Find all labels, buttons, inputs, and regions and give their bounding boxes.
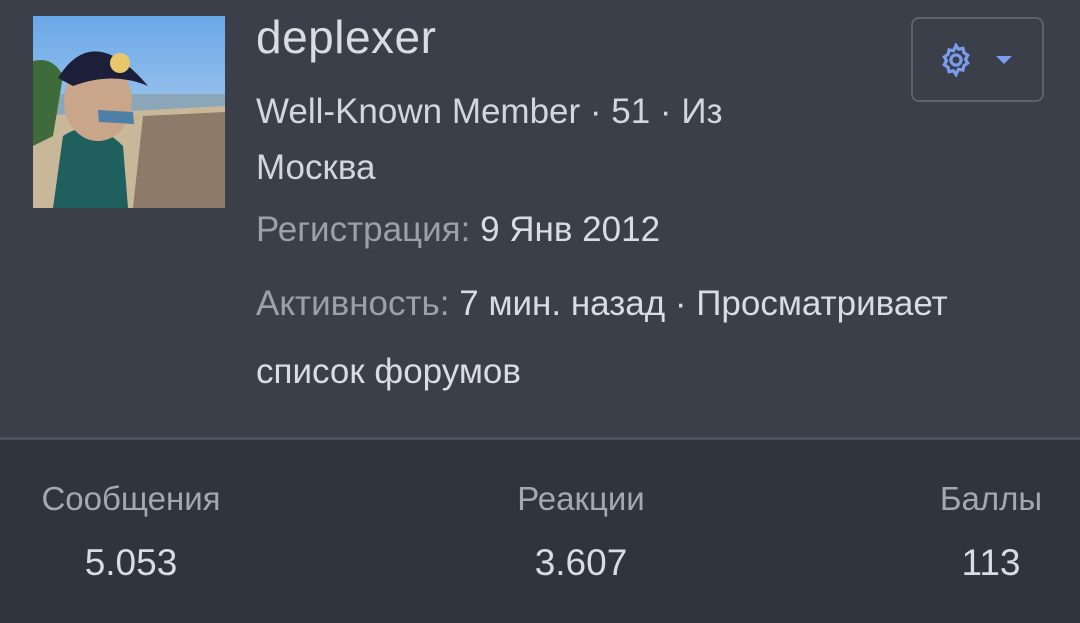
caret-down-icon <box>996 56 1012 64</box>
member-title-info: Well-Known Member · 51 · Из Москва <box>256 92 723 187</box>
stat-label: Сообщения <box>41 480 221 517</box>
username[interactable]: deplexer <box>256 10 436 64</box>
stat-messages[interactable]: Сообщения 5.053 <box>33 480 229 584</box>
activity-label: Активность: <box>256 284 450 323</box>
registration-date: 9 Янв 2012 <box>480 210 661 249</box>
settings-dropdown-button[interactable] <box>911 17 1044 102</box>
gear-icon <box>942 42 970 78</box>
stat-value: 3.607 <box>534 542 628 583</box>
registration-row: Регистрация: 9 Янв 2012 <box>256 196 660 264</box>
stat-label: Реакции <box>517 480 645 517</box>
user-avatar[interactable] <box>33 16 225 208</box>
stat-value: 113 <box>961 542 1021 583</box>
activity-row: Активность: 7 мин. назад · Просматривает… <box>256 270 1056 406</box>
stat-label: Баллы <box>939 480 1043 517</box>
stat-reactions[interactable]: Реакции 3.607 <box>480 480 682 584</box>
stat-points[interactable]: Баллы 113 <box>930 480 1052 584</box>
registration-label: Регистрация: <box>256 210 471 249</box>
stat-value: 5.053 <box>84 542 178 583</box>
